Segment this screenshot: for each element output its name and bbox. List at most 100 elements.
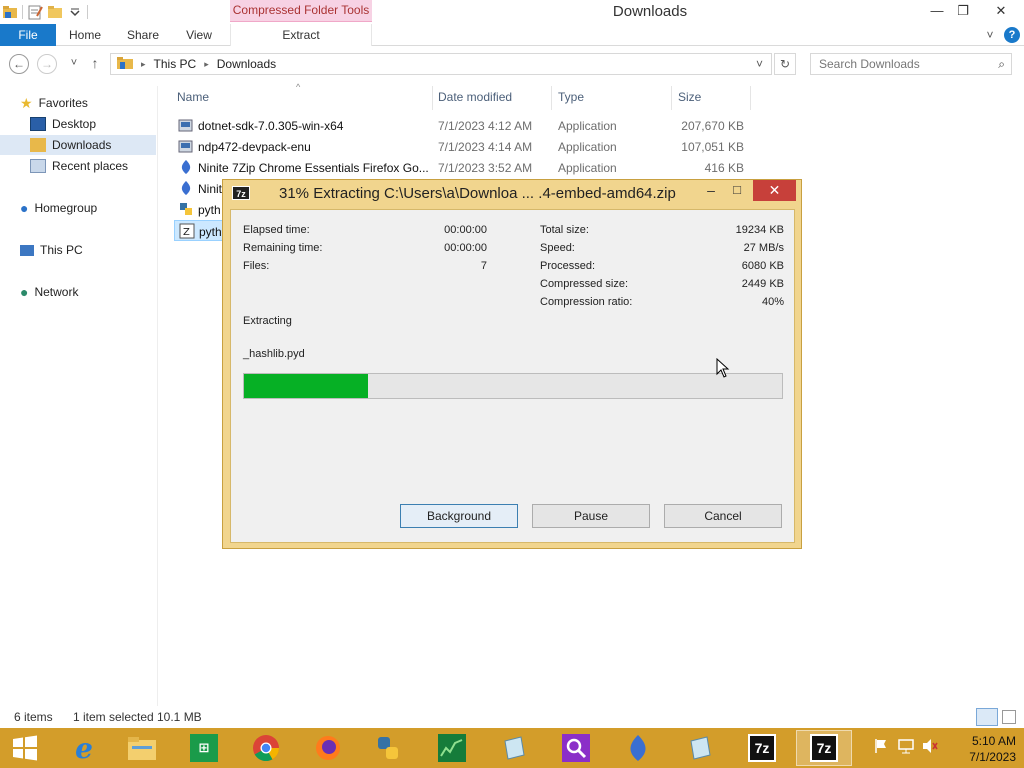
ribbon-tabs: File Home Share View Extract ˅ ? — [0, 24, 1024, 46]
dialog-minimize-button[interactable]: – — [701, 182, 721, 202]
file-row[interactable]: Ninite 7Zip Chrome Essentials Firefox Go… — [174, 157, 754, 178]
notepad-icon — [686, 734, 714, 762]
dialog-maximize-button[interactable]: □ — [727, 182, 747, 202]
file-date: 7/1/2023 4:14 AM — [438, 140, 533, 154]
background-button[interactable]: Background — [400, 504, 518, 528]
file-date: 7/1/2023 3:52 AM — [438, 161, 533, 175]
column-header-type[interactable]: Type — [558, 90, 584, 104]
item-count: 6 items — [14, 710, 53, 724]
dialog-title-bar[interactable]: 7z 31% Extracting C:\Users\a\Downloa ...… — [223, 180, 801, 208]
selection-size: 10.1 MB — [157, 710, 202, 724]
start-button[interactable] — [0, 730, 50, 766]
file-type: Application — [558, 140, 617, 154]
taskbar-store[interactable]: ⊞ — [176, 730, 232, 766]
taskbar-chrome[interactable] — [238, 730, 294, 766]
remaining-time-value: 00:00:00 — [444, 242, 487, 254]
column-divider[interactable] — [432, 86, 433, 110]
taskbar-search-app[interactable] — [548, 730, 604, 766]
address-bar[interactable]: ▸ This PC ▸ Downloads ˅ — [110, 53, 772, 75]
nav-network[interactable]: ● Network — [20, 282, 78, 302]
maximize-button[interactable]: ❐ — [948, 0, 978, 22]
taskbar-file-explorer[interactable] — [114, 730, 170, 766]
search-input[interactable]: Search Downloads ⌕ — [810, 53, 1012, 75]
properties-icon[interactable] — [27, 4, 43, 20]
refresh-button[interactable]: ↻ — [774, 53, 796, 75]
nav-homegroup[interactable]: ● Homegroup — [20, 198, 97, 218]
selection-count: 1 item selected — [73, 710, 154, 724]
file-row-selected[interactable]: Z pyth — [174, 220, 224, 241]
column-header-date[interactable]: Date modified — [438, 90, 512, 104]
nav-desktop[interactable]: Desktop — [30, 114, 96, 134]
action-center-flag-icon[interactable] — [874, 738, 888, 757]
system-clock[interactable]: 5:10 AM 7/1/2023 — [946, 733, 1016, 765]
address-dropdown-icon[interactable]: ˅ — [756, 57, 763, 71]
extract-progress-dialog: 7z 31% Extracting C:\Users\a\Downloa ...… — [222, 179, 802, 549]
taskbar-notepad-2[interactable] — [672, 730, 728, 766]
volume-muted-icon[interactable] — [922, 738, 938, 757]
file-name: pyth — [198, 203, 221, 217]
file-size: 107,051 KB — [681, 140, 744, 154]
search-icon[interactable]: ⌕ — [998, 54, 1005, 74]
forward-button[interactable]: → — [37, 54, 57, 74]
ribbon-expand-icon[interactable]: ˅ — [982, 24, 998, 46]
tab-home[interactable]: Home — [60, 24, 110, 46]
breadcrumb-this-pc[interactable]: This PC — [154, 57, 197, 71]
details-view-icon[interactable] — [976, 708, 998, 726]
taskbar-7zip-active[interactable]: 7z — [796, 730, 852, 766]
tab-file[interactable]: File — [0, 24, 56, 46]
help-icon[interactable]: ? — [1004, 27, 1020, 43]
file-type: Application — [558, 161, 617, 175]
taskbar-internet-explorer[interactable]: e — [56, 730, 112, 766]
column-divider[interactable] — [750, 86, 751, 110]
taskbar-notepad[interactable] — [486, 730, 542, 766]
network-tray-icon[interactable] — [898, 738, 914, 757]
close-button[interactable]: ✕ — [986, 0, 1016, 22]
column-header-size[interactable]: Size — [678, 90, 701, 104]
cancel-button[interactable]: Cancel — [664, 504, 782, 528]
dialog-close-button[interactable]: ✕ — [753, 180, 796, 201]
windows-logo-icon — [13, 735, 37, 761]
nav-network-label: Network — [34, 285, 79, 299]
taskbar-firefox[interactable] — [300, 730, 356, 766]
dialog-body: Elapsed time: 00:00:00 Remaining time: 0… — [230, 209, 795, 543]
column-divider[interactable] — [671, 86, 672, 110]
large-icons-view-icon[interactable] — [1002, 710, 1016, 724]
window-title: Downloads — [612, 3, 688, 20]
ninite-icon — [624, 734, 652, 762]
file-row[interactable]: dotnet-sdk-7.0.305-win-x64 7/1/2023 4:12… — [174, 115, 754, 136]
recent-places-icon — [30, 159, 46, 173]
nav-downloads[interactable]: Downloads — [0, 135, 156, 155]
desktop-icon — [30, 117, 46, 131]
tab-view[interactable]: View — [174, 24, 224, 46]
pause-button[interactable]: Pause — [532, 504, 650, 528]
tab-extract[interactable]: Extract — [230, 24, 372, 46]
nav-this-pc[interactable]: This PC — [20, 240, 83, 260]
taskbar-task-manager[interactable] — [424, 730, 480, 766]
file-row[interactable]: ndp472-devpack-enu 7/1/2023 4:14 AM Appl… — [174, 136, 754, 157]
taskbar-7zip[interactable]: 7z — [734, 730, 790, 766]
nav-favorites[interactable]: ★ Favorites — [20, 93, 88, 113]
taskbar-python[interactable] — [360, 730, 416, 766]
tab-share[interactable]: Share — [118, 24, 168, 46]
file-size: 207,670 KB — [681, 119, 744, 133]
breadcrumb-downloads[interactable]: Downloads — [217, 57, 276, 71]
taskbar-ninite[interactable] — [610, 730, 666, 766]
column-header-name[interactable]: Name — [177, 90, 209, 104]
back-button[interactable]: ← — [9, 54, 29, 74]
column-divider[interactable] — [551, 86, 552, 110]
compression-ratio-value: 40% — [761, 296, 784, 308]
customize-toolbar-icon[interactable] — [67, 4, 83, 20]
nav-desktop-label: Desktop — [52, 117, 97, 131]
new-folder-icon[interactable] — [47, 4, 63, 20]
recent-locations-button[interactable]: ˅ — [64, 54, 84, 74]
ninite-icon — [178, 159, 194, 175]
up-button[interactable]: ↑ — [85, 54, 105, 74]
nav-recent-places[interactable]: Recent places — [30, 156, 128, 176]
installer-icon — [178, 138, 194, 154]
total-size-value: 19234 KB — [735, 224, 784, 236]
python-icon — [374, 734, 402, 762]
breadcrumb-separator-icon: ▸ — [141, 58, 146, 69]
file-name: pyth — [199, 225, 222, 239]
file-name: Ninit — [198, 182, 223, 196]
processed-value: 6080 KB — [741, 260, 784, 272]
